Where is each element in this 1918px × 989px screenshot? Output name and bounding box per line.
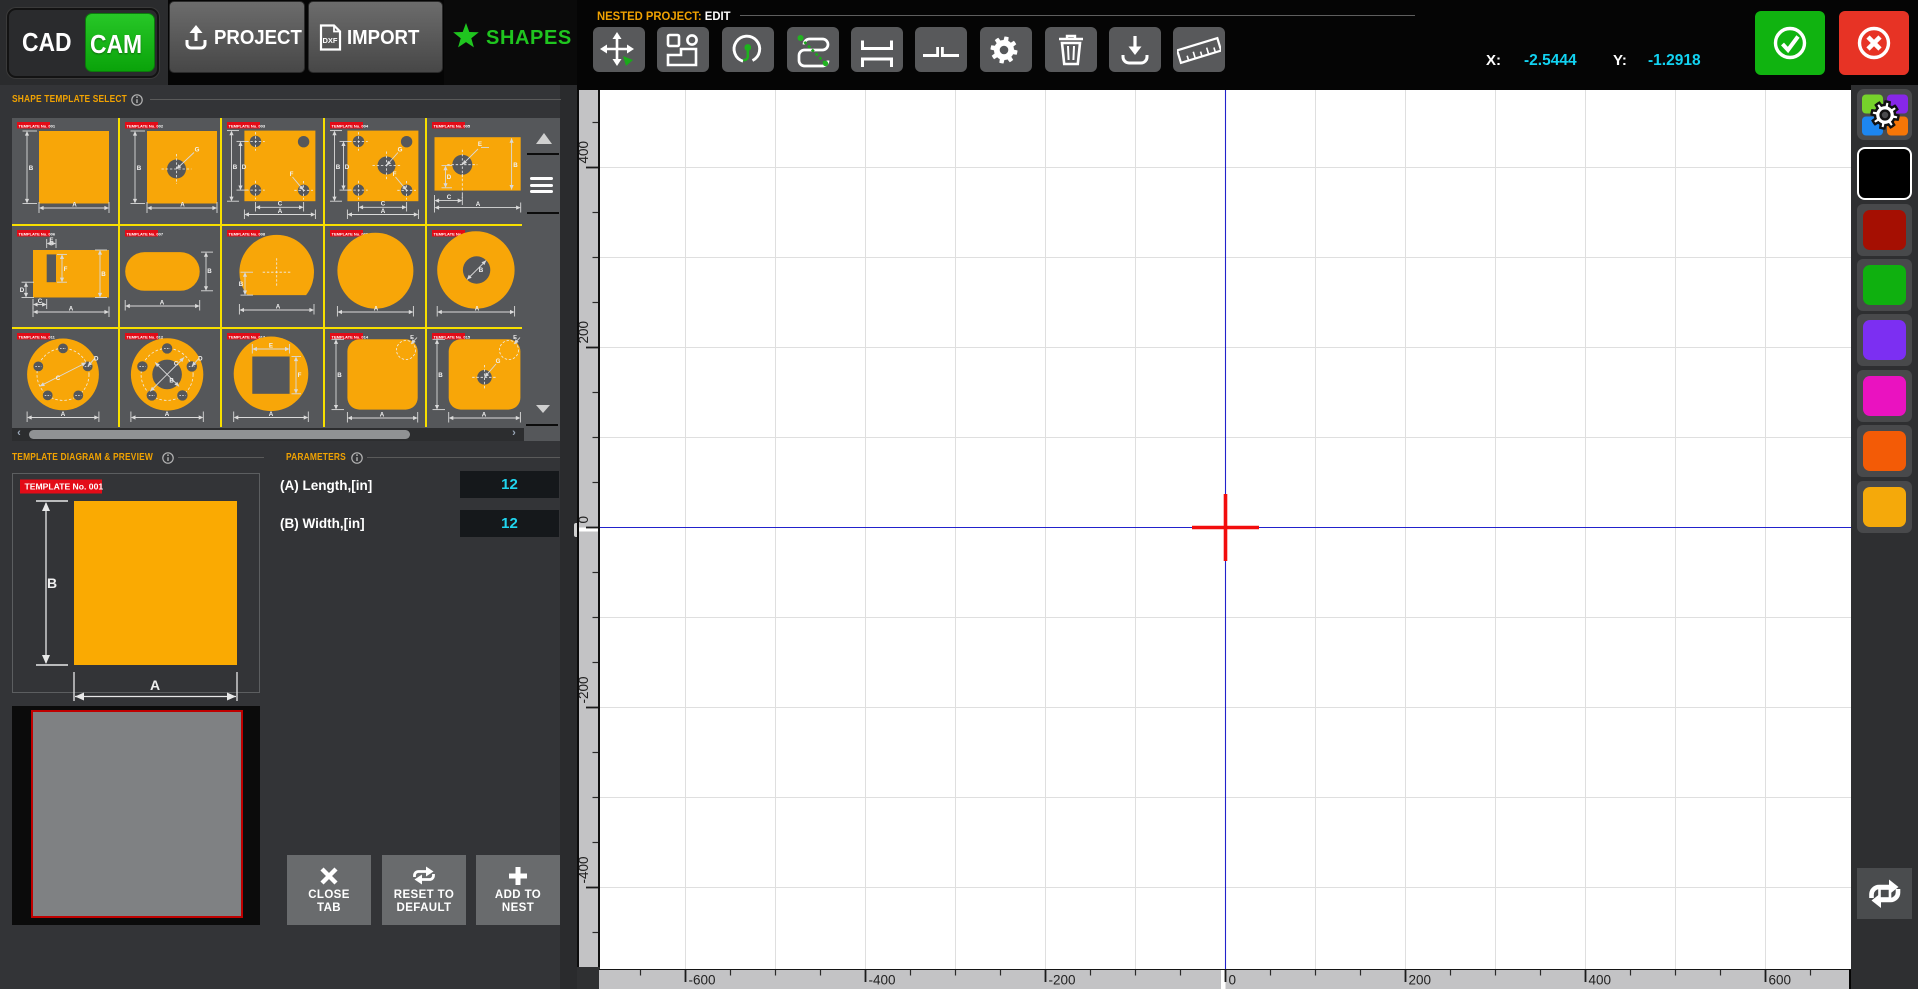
svg-text:A: A — [278, 208, 283, 215]
svg-text:C: C — [38, 298, 43, 305]
svg-text:A: A — [373, 305, 378, 312]
svg-text:D: D — [447, 174, 452, 181]
svg-text:E: E — [269, 342, 273, 349]
svg-text:B: B — [207, 268, 212, 275]
svg-text:E: E — [513, 335, 517, 341]
svg-text:D: D — [242, 164, 247, 171]
svg-text:400: 400 — [579, 141, 591, 164]
svg-text:D: D — [94, 355, 99, 362]
svg-text:C: C — [278, 201, 283, 208]
svg-text:-600: -600 — [689, 973, 716, 988]
svg-text:A: A — [180, 201, 185, 208]
svg-text:E: E — [410, 335, 414, 341]
svg-text:-200: -200 — [1049, 973, 1076, 988]
svg-text:TEMPLATE No. 014: TEMPLATE No. 014 — [331, 334, 368, 339]
svg-text:A: A — [150, 677, 160, 693]
svg-text:TEMPLATE No. 008: TEMPLATE No. 008 — [229, 231, 266, 236]
svg-text:400: 400 — [1589, 973, 1612, 988]
svg-text:B: B — [101, 271, 106, 278]
svg-text:TEMPLATE No. 005: TEMPLATE No. 005 — [434, 123, 471, 128]
svg-text:G: G — [194, 147, 199, 154]
svg-text:0: 0 — [1229, 973, 1237, 988]
svg-text:-400: -400 — [869, 973, 896, 988]
svg-text:G: G — [496, 358, 501, 365]
svg-text:TEMPLATE No. 015: TEMPLATE No. 015 — [434, 334, 471, 339]
svg-text:B: B — [47, 575, 57, 591]
svg-text:TEMPLATE No. 007: TEMPLATE No. 007 — [126, 231, 163, 236]
svg-text:A: A — [476, 201, 481, 208]
svg-text:DXF: DXF — [323, 36, 338, 45]
svg-text:TEMPLATE No. 012: TEMPLATE No. 012 — [126, 334, 163, 339]
svg-text:B: B — [479, 267, 484, 274]
svg-text:B: B — [239, 281, 244, 288]
svg-text:A: A — [72, 201, 77, 208]
svg-text:TEMPLATE No. 003: TEMPLATE No. 003 — [229, 123, 266, 128]
svg-text:D: D — [198, 355, 203, 362]
svg-text:A: A — [69, 305, 74, 312]
svg-text:A: A — [159, 299, 164, 306]
svg-text:D: D — [20, 287, 25, 294]
svg-text:F: F — [298, 372, 302, 379]
svg-text:E: E — [49, 237, 53, 244]
svg-text:B: B — [29, 165, 34, 172]
svg-text:D: D — [344, 164, 349, 171]
svg-text:B: B — [136, 165, 141, 172]
svg-text:A: A — [380, 208, 385, 215]
svg-text:TEMPLATE No. 001: TEMPLATE No. 001 — [19, 123, 56, 128]
svg-text:-400: -400 — [579, 856, 591, 883]
svg-text:A: A — [475, 305, 480, 312]
svg-text:E: E — [478, 141, 482, 148]
svg-text:B: B — [513, 162, 518, 169]
svg-text:B: B — [233, 164, 238, 171]
svg-text:B: B — [169, 377, 174, 384]
svg-text:0: 0 — [579, 516, 591, 524]
svg-text:TEMPLATE No. 001: TEMPLATE No. 001 — [25, 482, 104, 492]
svg-text:A: A — [164, 411, 169, 418]
svg-text:C: C — [56, 375, 61, 382]
svg-text:TEMPLATE No. 002: TEMPLATE No. 002 — [126, 123, 163, 128]
svg-text:TEMPLATE No. 006: TEMPLATE No. 006 — [19, 231, 56, 236]
svg-text:TEMPLATE No. 011: TEMPLATE No. 011 — [19, 334, 56, 339]
svg-text:200: 200 — [579, 321, 591, 344]
svg-text:F: F — [290, 171, 294, 178]
svg-text:F: F — [64, 266, 68, 273]
svg-text:G: G — [397, 147, 402, 154]
svg-text:A: A — [379, 411, 384, 418]
svg-text:A: A — [482, 411, 487, 418]
svg-text:A: A — [61, 411, 66, 418]
svg-text:C: C — [447, 194, 452, 201]
svg-text:B: B — [438, 372, 443, 379]
svg-text:A: A — [269, 411, 274, 418]
svg-text:200: 200 — [1409, 973, 1432, 988]
svg-text:B: B — [335, 164, 340, 171]
svg-text:C: C — [380, 201, 385, 208]
svg-text:C: C — [173, 360, 178, 367]
svg-text:F: F — [392, 171, 396, 178]
svg-text:TEMPLATE No. 004: TEMPLATE No. 004 — [331, 123, 368, 128]
svg-text:B: B — [337, 372, 342, 379]
svg-text:600: 600 — [1769, 973, 1792, 988]
svg-text:-200: -200 — [579, 676, 591, 703]
svg-text:A: A — [276, 303, 281, 310]
